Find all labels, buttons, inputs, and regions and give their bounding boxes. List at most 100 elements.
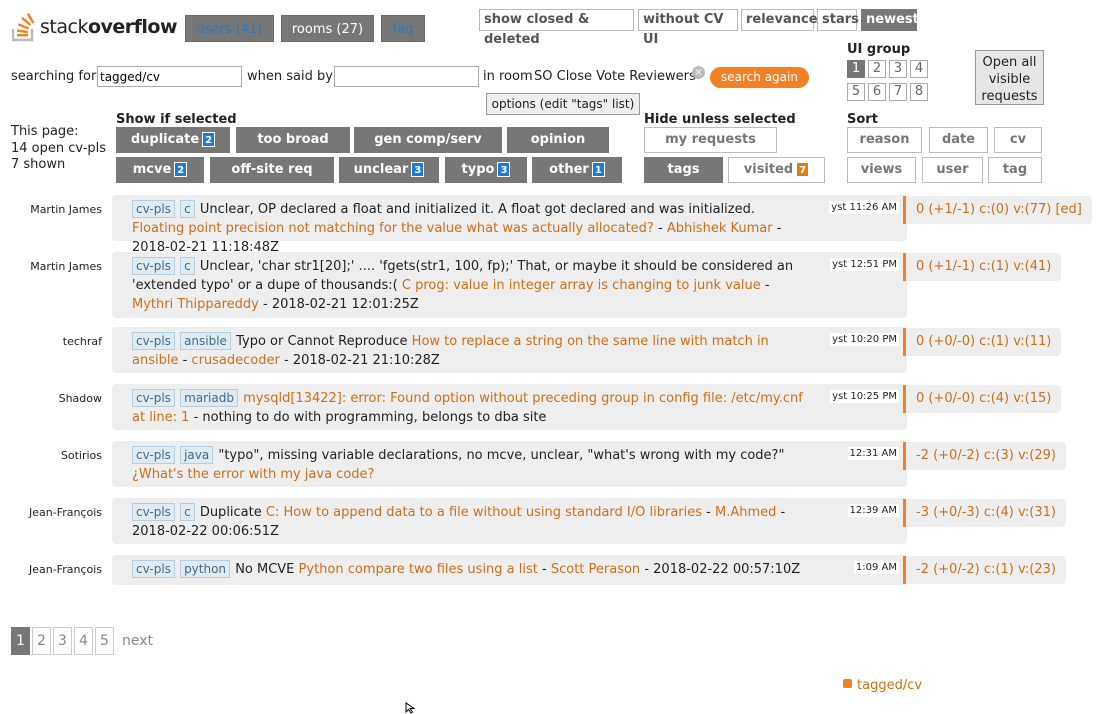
ui-group-5[interactable]: 5 — [847, 83, 865, 101]
nav-rooms[interactable]: rooms (27) — [281, 15, 374, 42]
sort-user-button[interactable]: user — [922, 157, 983, 183]
ui-group-6[interactable]: 6 — [868, 83, 886, 101]
my-requests-button[interactable]: my requests — [644, 127, 777, 153]
count-badge: 3 — [497, 162, 511, 177]
page-1[interactable]: 1 — [11, 627, 30, 655]
tag[interactable]: c — [180, 257, 195, 275]
question-link[interactable]: C prog: value in integer array is changi… — [402, 278, 761, 293]
ui-group-4[interactable]: 4 — [910, 60, 928, 78]
request-stats[interactable]: 0 (+0/-0) c:(1) v:(11) — [903, 328, 1062, 356]
author-link[interactable]: Scott Perason — [551, 562, 640, 577]
request-user[interactable]: techraf — [63, 335, 102, 348]
search-again-button[interactable]: search again — [710, 67, 809, 88]
question-link[interactable]: Python compare two files using a list — [299, 562, 538, 577]
request-stats[interactable]: 0 (+1/-1) c:(0) v:(77) [ed] — [903, 196, 1092, 224]
searching-for-input[interactable] — [97, 66, 242, 87]
open-count: 14 open cv-pls — [11, 140, 107, 156]
tag[interactable]: cv-pls — [132, 389, 175, 407]
tag[interactable]: cv-pls — [132, 257, 175, 275]
sort-reason-button[interactable]: reason — [847, 127, 922, 153]
author-link[interactable]: crusadecoder — [191, 353, 279, 368]
ui-group-8[interactable]: 8 — [910, 83, 928, 101]
tag[interactable]: c — [180, 200, 195, 218]
show-mcve-button[interactable]: mcve 2 — [116, 157, 204, 183]
show-opinion-button[interactable]: opinion — [507, 127, 609, 153]
request-stats[interactable]: -3 (+0/-3) c:(4) v:(31) — [903, 499, 1066, 527]
nav-faq[interactable]: faq — [381, 15, 425, 42]
tags-button[interactable]: tags — [644, 157, 723, 183]
show-duplicate-button[interactable]: duplicate 2 — [116, 127, 230, 153]
tag[interactable]: cv-pls — [132, 560, 175, 578]
request-stats[interactable]: 0 (+0/-0) c:(4) v:(15) — [903, 385, 1062, 413]
request-user[interactable]: Sotirios — [61, 449, 102, 462]
rss-label[interactable]: tagged/cv — [857, 678, 922, 693]
request-body: cv-pls c Duplicate C: How to append data… — [132, 503, 786, 539]
request-user[interactable]: Jean-François — [29, 506, 102, 519]
show-off-site-req-button[interactable]: off-site req — [210, 157, 334, 183]
sort-tag-button[interactable]: tag — [988, 157, 1042, 183]
author-link[interactable]: Abhishek Kumar — [667, 221, 773, 236]
request-user[interactable]: Jean-François — [29, 563, 102, 576]
filter-stars[interactable]: stars — [817, 9, 859, 31]
visited-button[interactable]: visited 7 — [728, 157, 825, 183]
filter-without-cv-ui[interactable]: without CV UI — [638, 9, 738, 47]
show-typo-button[interactable]: typo 3 — [445, 157, 527, 183]
filter-newest[interactable]: newest — [861, 9, 919, 31]
page-5[interactable]: 5 — [95, 627, 114, 655]
request-body: cv-pls java "typo", missing variable dec… — [132, 446, 807, 484]
nav-users[interactable]: users (41) — [185, 15, 274, 42]
page-4[interactable]: 4 — [74, 627, 93, 655]
show-other-button[interactable]: other 1 — [532, 157, 622, 183]
request-card: cv-pls c Duplicate C: How to append data… — [112, 498, 907, 544]
tag[interactable]: cv-pls — [132, 332, 175, 350]
when-said-by-input[interactable] — [334, 66, 479, 87]
question-link[interactable]: ¿What's the error with my java code? — [132, 467, 374, 482]
tag[interactable]: python — [180, 560, 231, 578]
request-user[interactable]: Martin James — [30, 203, 102, 216]
ui-group-7[interactable]: 7 — [889, 83, 907, 101]
stack-icon — [12, 13, 35, 42]
request-stats[interactable]: -2 (+0/-2) c:(1) v:(23) — [903, 556, 1066, 584]
sort-views-button[interactable]: views — [847, 157, 916, 183]
tag[interactable]: ansible — [180, 332, 231, 350]
request-stats[interactable]: 0 (+1/-1) c:(1) v:(41) — [903, 253, 1062, 281]
clear-room-icon[interactable]: × — [692, 66, 705, 79]
stackoverflow-logo[interactable]: stackoverflow — [12, 12, 178, 42]
button-label: duplicate — [130, 132, 200, 147]
request-body: cv-pls python No MCVE Python compare two… — [132, 560, 807, 579]
ui-group-2[interactable]: 2 — [868, 60, 886, 78]
question-link[interactable]: C: How to append data to a file without … — [266, 505, 702, 520]
author-link[interactable]: M.Ahmed — [715, 505, 776, 520]
show-too-broad-button[interactable]: too broad — [236, 127, 350, 153]
open-all-button[interactable]: Open all visible requests — [975, 50, 1044, 105]
page-3[interactable]: 3 — [53, 627, 72, 655]
tag[interactable]: cv-pls — [132, 446, 175, 464]
room-link[interactable]: SO Close Vote Reviewers — [534, 69, 696, 84]
tag[interactable]: cv-pls — [132, 200, 175, 218]
filter-relevance[interactable]: relevance — [741, 9, 818, 31]
request-time: 12:39 AM — [847, 504, 899, 517]
request-stats[interactable]: -2 (+0/-2) c:(3) v:(29) — [903, 442, 1066, 470]
next-page-link[interactable]: next — [122, 627, 153, 655]
sort-date-button[interactable]: date — [929, 127, 988, 153]
sort-cv-button[interactable]: cv — [994, 127, 1042, 153]
ui-group-1[interactable]: 1 — [847, 60, 865, 78]
button-label: mcve — [132, 162, 172, 177]
question-link[interactable]: Floating point precision not matching fo… — [132, 221, 654, 236]
page-2[interactable]: 2 — [32, 627, 51, 655]
request-user[interactable]: Shadow — [59, 392, 102, 405]
ui-group-3[interactable]: 3 — [889, 60, 907, 78]
author-link[interactable]: Mythri Thippareddy — [132, 297, 259, 312]
tag[interactable]: cv-pls — [132, 503, 175, 521]
tag[interactable]: c — [180, 503, 195, 521]
options-button[interactable]: options (edit "tags" list) — [486, 93, 640, 115]
tag[interactable]: java — [180, 446, 214, 464]
request-user[interactable]: Martin James — [30, 260, 102, 273]
filter-show-closed-deleted[interactable]: show closed & deleted — [479, 9, 634, 47]
show-gen-comp-serv-button[interactable]: gen comp/serv — [354, 127, 502, 153]
request-card: cv-pls c Unclear, OP declared a float an… — [112, 195, 907, 255]
show-unclear-button[interactable]: unclear 3 — [339, 157, 439, 183]
rss-feed-link[interactable]: tagged/cv — [843, 678, 922, 693]
request-time: yst 10:25 PM — [830, 390, 899, 403]
tag[interactable]: mariadb — [180, 389, 238, 407]
